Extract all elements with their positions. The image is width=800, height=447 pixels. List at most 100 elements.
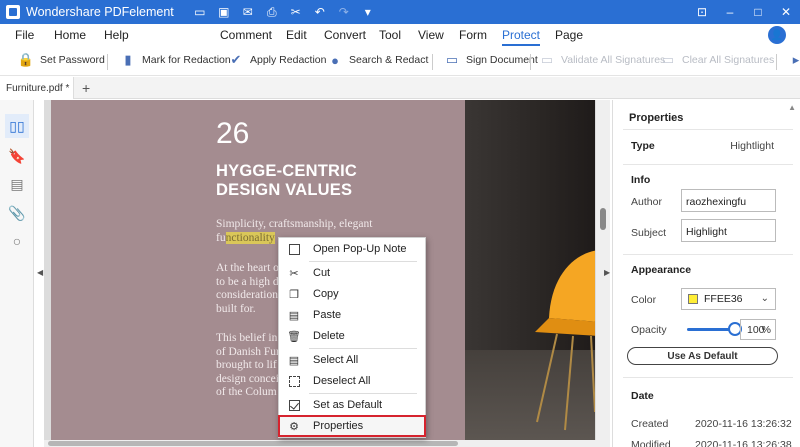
ribbon-toolbar: 🔒 Set Password ▮ Mark for Redaction ✔ Ap… (0, 46, 800, 76)
highlighted-text[interactable]: nctionality (225, 231, 275, 244)
clear-icon: ▭ (661, 52, 675, 67)
search-redact-label: Search & Redact (349, 54, 429, 66)
folder-icon[interactable]: ▭ (188, 0, 212, 24)
app-logo-icon (6, 5, 20, 19)
menu-copy[interactable]: ❐ Copy (279, 284, 425, 304)
menu-home[interactable]: Home (54, 28, 86, 42)
author-label: Author (631, 196, 662, 208)
set-default-label: Set as Default (313, 399, 383, 411)
subject-field[interactable]: Highlight (681, 219, 776, 242)
opacity-unit: % (761, 323, 771, 336)
bookmark-icon[interactable]: 🔖 (5, 144, 29, 168)
thumbnails-icon[interactable]: ▯▯ (5, 114, 29, 138)
scissors-icon[interactable]: ✂ (284, 0, 308, 24)
close-icon[interactable]: ✕ (772, 0, 800, 24)
clear-signatures-label: Clear All Signatures (682, 54, 775, 66)
menu-form[interactable]: Form (459, 28, 487, 42)
menu-set-as-default[interactable]: Set as Default (279, 395, 425, 415)
menu-help[interactable]: Help (104, 28, 129, 42)
menu-view[interactable]: View (418, 28, 444, 42)
attachment-icon[interactable]: 📎 (5, 201, 29, 225)
menu-delete[interactable]: 🗑 Delete (279, 326, 425, 346)
minimize-icon[interactable]: – (716, 0, 744, 24)
panel-scroll-up-icon[interactable]: ▲ (788, 103, 796, 112)
paste-icon: ▤ (288, 309, 300, 322)
add-tab-icon[interactable]: + (82, 80, 90, 96)
search-icon: ● (331, 52, 339, 68)
menu-open-popup-note[interactable]: Open Pop-Up Note (279, 239, 425, 259)
user-avatar[interactable]: 👤 (768, 26, 786, 44)
appearance-header: Appearance (631, 264, 692, 276)
scissors-icon: ✂ (289, 267, 299, 280)
comments-icon[interactable]: ▤ (5, 172, 29, 196)
collapse-right-icon[interactable]: ▶ (604, 268, 610, 277)
author-field[interactable]: raozhexingfu (681, 189, 776, 212)
menu-properties[interactable]: ⚙ Properties (278, 415, 426, 437)
select-all-icon: ▤ (288, 354, 300, 367)
undo-icon[interactable]: ↶ (308, 0, 332, 24)
menu-deselect-all[interactable]: Deselect All (279, 371, 425, 391)
search-icon[interactable]: ○ (5, 229, 29, 253)
deselect-all-label: Deselect All (313, 375, 371, 387)
menu-file[interactable]: File (15, 28, 34, 42)
menu-convert[interactable]: Convert (324, 28, 366, 42)
panel-divider (623, 377, 793, 378)
menu-tool[interactable]: Tool (379, 28, 401, 42)
panel-divider (623, 254, 793, 255)
mail-icon[interactable]: ✉ (236, 0, 260, 24)
menu-edit[interactable]: Edit (286, 28, 307, 42)
sign-document-icon: ▭ (445, 52, 459, 67)
apply-redaction-button[interactable]: ✔ Apply Redaction (228, 52, 327, 68)
type-label: Type (631, 140, 655, 152)
sign-document-label: Sign Document (466, 54, 538, 66)
gear-icon: ⚙ (289, 420, 299, 433)
notification-icon[interactable]: ⊡ (688, 0, 716, 24)
validate-signatures-button[interactable]: ▭ Validate All Signatures (539, 52, 665, 68)
clear-signatures-button[interactable]: ▭ Clear All Signatures (660, 52, 774, 68)
panel-divider (623, 164, 793, 165)
checkmark-icon: ✔ (230, 52, 242, 67)
chevron-down-icon: ⌄ (760, 293, 769, 304)
color-swatch (688, 294, 698, 304)
cut-label: Cut (313, 267, 331, 279)
app-title: Wondershare PDFelement (26, 5, 174, 19)
subject-label: Subject (631, 227, 667, 239)
validate-signatures-label: Validate All Signatures (561, 54, 666, 66)
ribbon-more-icon[interactable]: ▸ (788, 52, 800, 68)
horizontal-scrollbar[interactable] (44, 440, 596, 447)
menu-paste[interactable]: ▤ Paste (279, 305, 425, 325)
context-menu: Open Pop-Up Note ✂ Cut ❐ Copy ▤ Paste 🗑 … (278, 237, 426, 438)
ribbon-divider (107, 54, 108, 70)
maximize-icon[interactable]: □ (744, 0, 772, 24)
menu-comment[interactable]: Comment (220, 28, 272, 42)
menu-select-all[interactable]: ▤ Select All (279, 350, 425, 370)
redo-icon[interactable]: ↷ (332, 0, 356, 24)
color-select[interactable]: FFEE36 ⌄ (681, 288, 776, 310)
delete-label: Delete (313, 330, 345, 342)
search-redact-button[interactable]: ● Search & Redact (327, 52, 428, 68)
note-icon (287, 242, 301, 256)
print-icon[interactable]: ⎙ (260, 0, 284, 24)
opacity-input[interactable]: 100 % (740, 319, 776, 340)
dropdown-arrow-icon[interactable]: ▾ (356, 0, 380, 24)
horizontal-scroll-thumb[interactable] (48, 441, 458, 446)
apply-redaction-label: Apply Redaction (250, 54, 327, 66)
mark-redaction-label: Mark for Redaction (142, 54, 231, 66)
properties-panel: Properties ▲ Type Hightlight Info Author… (612, 100, 800, 447)
menu-protect[interactable]: Protect (502, 28, 541, 46)
modified-label: Modified (631, 439, 671, 447)
collapse-left-icon[interactable]: ◀ (37, 268, 43, 277)
use-as-default-button[interactable]: Use As Default (627, 347, 778, 365)
save-icon[interactable]: ▣ (212, 0, 236, 24)
info-header: Info (631, 174, 651, 186)
mark-redaction-button[interactable]: ▮ Mark for Redaction (120, 52, 231, 68)
set-password-button[interactable]: 🔒 Set Password (18, 52, 105, 68)
tab-furniture-pdf[interactable]: Furniture.pdf * (0, 77, 74, 99)
vertical-scroll-thumb[interactable] (600, 208, 606, 230)
para1-line1: Simplicity, craftsmanship, elegant (216, 218, 373, 230)
menu-page[interactable]: Page (555, 28, 583, 42)
set-password-label: Set Password (40, 54, 105, 66)
select-all-label: Select All (313, 354, 359, 366)
menu-cut[interactable]: ✂ Cut (279, 263, 425, 283)
sign-document-button[interactable]: ▭ Sign Document (444, 52, 538, 68)
